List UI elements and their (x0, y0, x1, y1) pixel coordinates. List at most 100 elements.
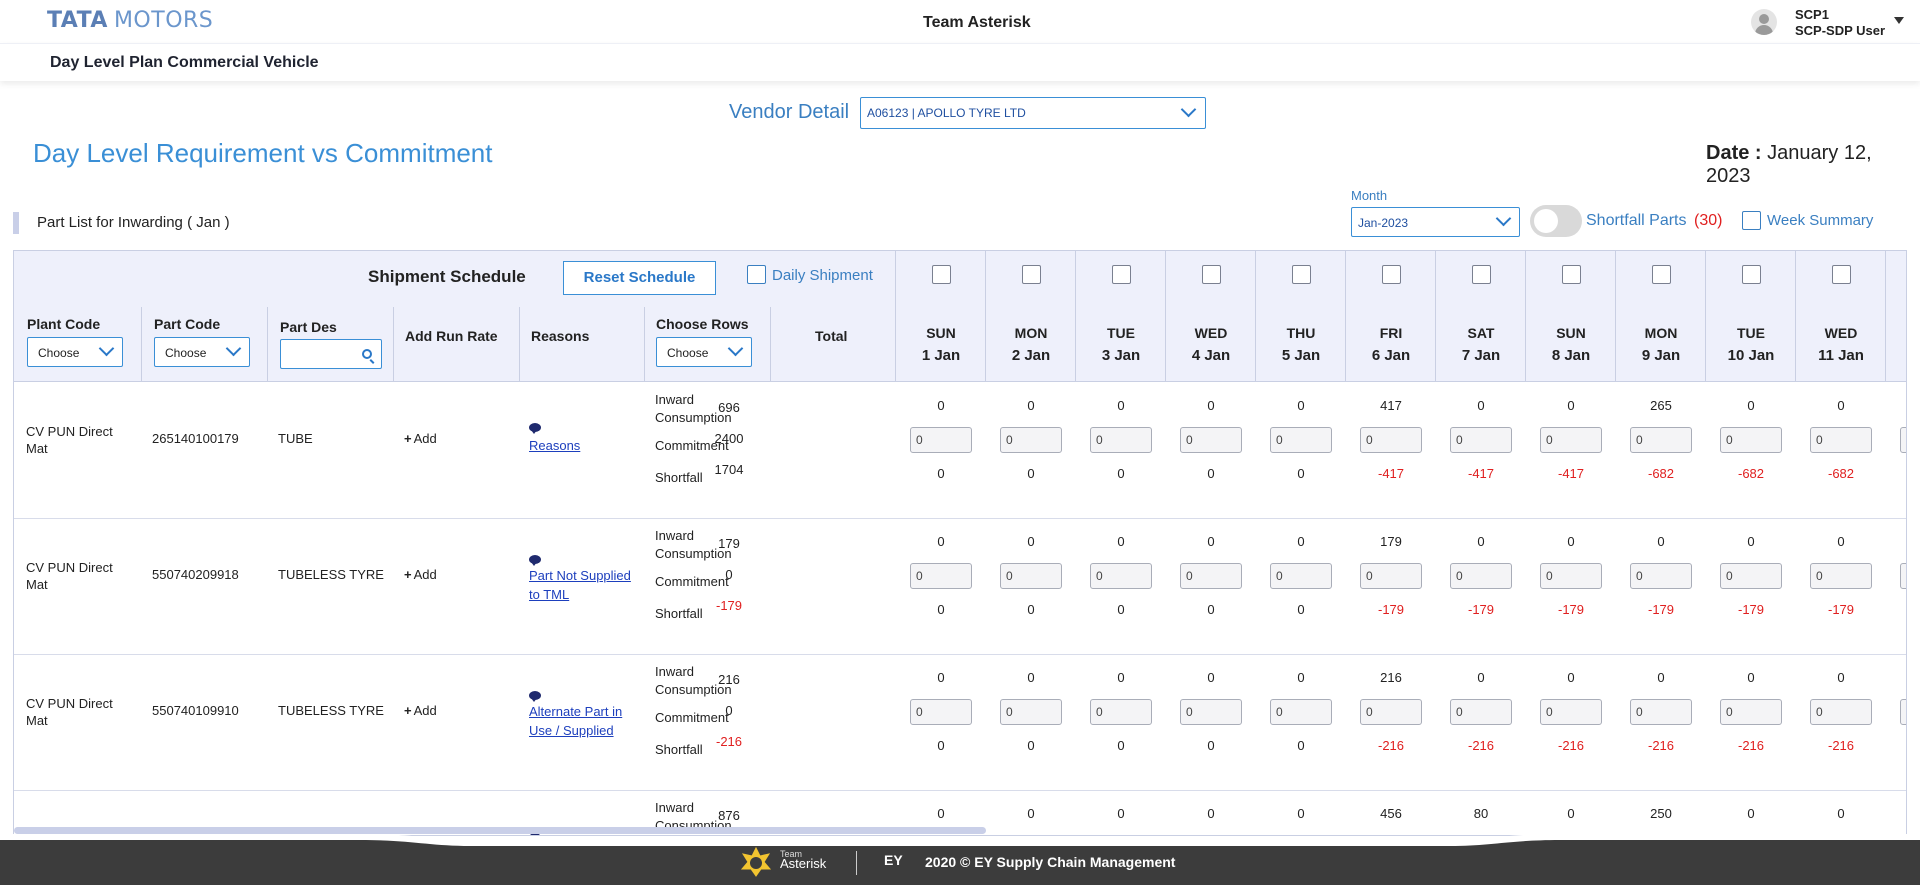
day-shortfall-value: -216 (1377, 738, 1405, 753)
day-commitment-input[interactable]: 0 (910, 699, 972, 725)
day-commitment-input[interactable]: 0 (1270, 427, 1332, 453)
part-des-search-input[interactable] (280, 339, 382, 369)
day-commitment-input[interactable]: 0 (1540, 699, 1602, 725)
day-inward-value: 0 (1837, 398, 1845, 413)
user-info[interactable]: SCP1 SCP-SDP User (1795, 7, 1885, 39)
day-inward-value: 0 (1117, 398, 1125, 413)
day-commitment-input[interactable]: 0 (1000, 563, 1062, 589)
day-commitment-input[interactable]: 0 (1360, 427, 1422, 453)
day-commitment-input[interactable]: 0 (1630, 699, 1692, 725)
table-row: CV PUN Direct Mat 550740109910 TUBELESS TYR… (14, 655, 1906, 791)
user-menu-caret-icon[interactable] (1894, 17, 1904, 24)
day-select-checkbox[interactable] (1472, 265, 1491, 284)
day-inward-value: 0 (1207, 398, 1215, 413)
comment-icon[interactable] (529, 691, 541, 702)
day-select-checkbox[interactable] (1202, 265, 1221, 284)
add-run-rate-button[interactable]: + Add (404, 567, 437, 582)
day-select-checkbox[interactable] (1562, 265, 1581, 284)
day-shortfall-value: 0 (1027, 466, 1035, 481)
day-inward-value: 216 (1380, 670, 1402, 685)
day-select-checkbox[interactable] (1292, 265, 1311, 284)
day-commitment-input[interactable]: 0 (1000, 427, 1062, 453)
week-summary-checkbox[interactable] (1742, 211, 1761, 230)
table-row: CV PUN Direct Mat 265140100179 TUBE + Add Reas… (14, 383, 1906, 519)
day-commitment-input[interactable]: 0 (1720, 563, 1782, 589)
day-inward-value: 0 (937, 670, 945, 685)
user-avatar-icon[interactable] (1751, 9, 1777, 35)
part-code-filter[interactable]: Choose (154, 337, 250, 367)
vendor-select[interactable]: A06123 | APOLLO TYRE LTD (860, 97, 1206, 129)
comment-icon[interactable] (529, 423, 541, 434)
day-inward-value: 417 (1380, 398, 1402, 413)
day-date: 9 Jan (1641, 347, 1681, 364)
month-select[interactable]: Jan-2023 (1351, 207, 1520, 237)
day-inward-value: 0 (1297, 670, 1305, 685)
plant-code-filter[interactable]: Choose (27, 337, 123, 367)
day-select-checkbox[interactable] (932, 265, 951, 284)
day-commitment-input[interactable]: 0 (1540, 563, 1602, 589)
day-commitment-input[interactable]: 0 (1090, 427, 1152, 453)
day-commitment-input[interactable]: 0 (1180, 699, 1242, 725)
day-shortfall-value: 0 (1207, 466, 1215, 481)
reason-text: Part Not Supplied (529, 568, 631, 583)
reason-link[interactable]: Alternate Part in Use / Supplied (529, 702, 639, 740)
day-commitment-input[interactable] (1900, 427, 1906, 453)
choose-rows-filter[interactable]: Choose (656, 337, 752, 367)
daily-shipment-checkbox[interactable] (747, 265, 766, 284)
day-select-checkbox[interactable] (1652, 265, 1671, 284)
day-name: WED (1194, 325, 1228, 341)
reset-schedule-button[interactable]: Reset Schedule (563, 261, 716, 295)
comment-icon[interactable] (529, 555, 541, 566)
day-commitment-input[interactable]: 0 (1270, 563, 1332, 589)
day-commitment-input[interactable]: 0 (1540, 427, 1602, 453)
schedule-table[interactable]: Shipment Schedule Reset Schedule Daily S… (13, 250, 1907, 836)
week-summary-label: Week Summary (1767, 212, 1874, 229)
day-inward-value: 0 (937, 534, 945, 549)
day-commitment-input[interactable]: 0 (1630, 427, 1692, 453)
day-inward-value: 456 (1380, 806, 1402, 821)
day-commitment-input[interactable]: 0 (1360, 563, 1422, 589)
date-label: Date : (1706, 142, 1762, 164)
day-commitment-input[interactable]: 0 (910, 427, 972, 453)
tata-motors-logo[interactable]: TATA MOTORS (47, 8, 213, 33)
vendor-selected-value: A06123 | APOLLO TYRE LTD (867, 106, 1026, 120)
day-select-checkbox[interactable] (1382, 265, 1401, 284)
day-date: 3 Jan (1101, 347, 1141, 364)
horizontal-scrollbar[interactable] (14, 827, 986, 834)
footer-team-brand: Team Asterisk (780, 849, 826, 870)
shortfall-parts-toggle[interactable] (1530, 205, 1582, 237)
daily-shipment-label: Daily Shipment (772, 267, 873, 284)
day-commitment-input[interactable]: 0 (1810, 563, 1872, 589)
day-select-checkbox[interactable] (1832, 265, 1851, 284)
day-commitment-input[interactable]: 0 (1720, 699, 1782, 725)
day-commitment-input[interactable]: 0 (1180, 427, 1242, 453)
day-commitment-input[interactable]: 0 (1360, 699, 1422, 725)
day-shortfall-value: -216 (1827, 738, 1855, 753)
day-commitment-input[interactable]: 0 (1450, 427, 1512, 453)
day-commitment-input[interactable]: 0 (1630, 563, 1692, 589)
day-select-checkbox[interactable] (1022, 265, 1041, 284)
day-commitment-input[interactable]: 0 (1090, 699, 1152, 725)
reason-link[interactable]: Part Not Supplied to TML (529, 566, 639, 604)
day-select-checkbox[interactable] (1742, 265, 1761, 284)
reason-link[interactable]: Reasons (529, 436, 639, 455)
day-commitment-input[interactable]: 0 (1810, 699, 1872, 725)
day-commitment-input[interactable]: 0 (1000, 699, 1062, 725)
day-commitment-input[interactable] (1900, 563, 1906, 589)
day-commitment-input[interactable]: 0 (1090, 563, 1152, 589)
day-commitment-input[interactable]: 0 (1810, 427, 1872, 453)
day-commitment-input[interactable]: 0 (1180, 563, 1242, 589)
day-commitment-input[interactable]: 0 (1450, 699, 1512, 725)
add-run-rate-button[interactable]: + Add (404, 703, 437, 718)
day-commitment-input[interactable]: 0 (1270, 699, 1332, 725)
vendor-detail-label: Vendor Detail (729, 101, 850, 123)
plant-code-cell: CV PUN Direct Mat (26, 695, 113, 729)
day-commitment-input[interactable] (1900, 699, 1906, 725)
day-commitment-input[interactable]: 0 (1450, 563, 1512, 589)
choose-rows-header: Choose Rows (656, 316, 749, 332)
day-commitment-input[interactable]: 0 (1720, 427, 1782, 453)
add-run-rate-button[interactable]: + Add (404, 431, 437, 446)
day-commitment-input[interactable]: 0 (910, 563, 972, 589)
day-select-checkbox[interactable] (1112, 265, 1131, 284)
day-date: 10 Jan (1727, 347, 1775, 364)
